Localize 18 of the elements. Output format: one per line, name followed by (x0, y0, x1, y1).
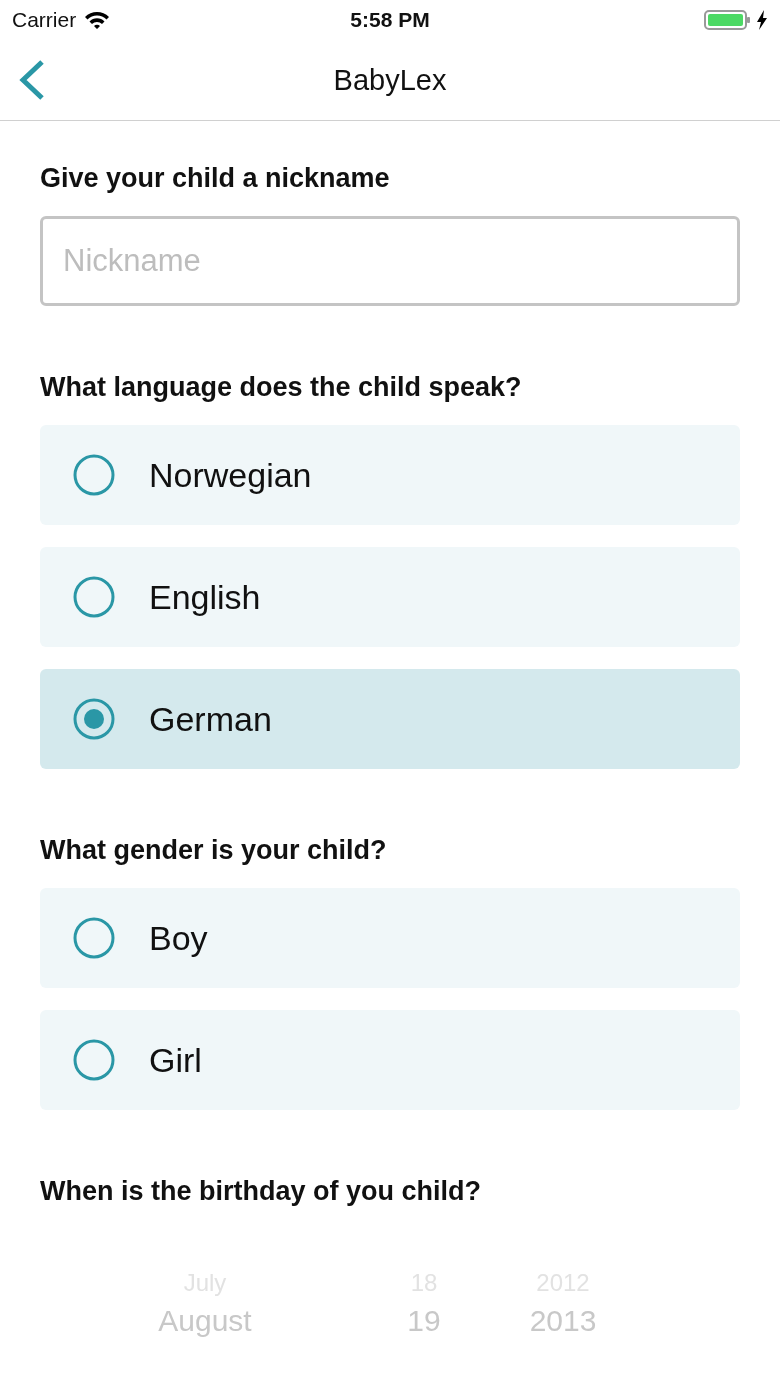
option-button[interactable]: Girl (40, 1010, 740, 1110)
question-label: What language does the child speak? (40, 371, 523, 404)
carrier-name: Carrier (12, 8, 77, 32)
question-label: What gender is your child? (40, 834, 388, 867)
wifi-icon (84, 10, 111, 30)
option-button[interactable]: German (40, 669, 740, 769)
nickname-field[interactable]: Nickname (40, 216, 740, 306)
screen-title: BabyLex (333, 63, 447, 97)
charging-icon (756, 9, 768, 31)
question-label: When is the birthday of you child? (40, 1175, 482, 1208)
option-button[interactable]: English (40, 547, 740, 647)
option-button[interactable]: Boy (40, 888, 740, 988)
battery-icon (704, 9, 752, 31)
question-label: Give your child a nickname (40, 162, 391, 195)
back-icon (18, 59, 46, 101)
clock-time: 5:58 PM (350, 8, 430, 31)
back-button[interactable] (18, 59, 46, 101)
option-button[interactable]: Norwegian (40, 425, 740, 525)
